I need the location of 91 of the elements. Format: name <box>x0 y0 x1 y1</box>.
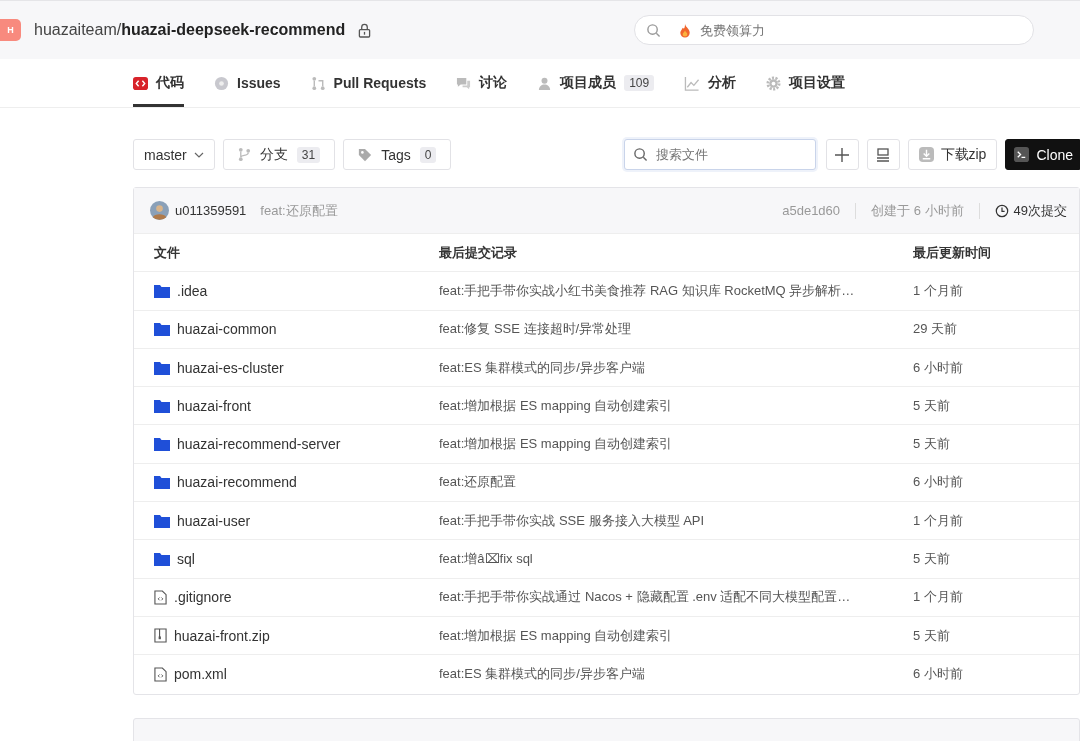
branches-button[interactable]: 分支 31 <box>222 139 336 170</box>
commit-link[interactable]: feat:增â⌧fix sql <box>439 550 913 568</box>
update-time: 1 个月前 <box>913 588 963 607</box>
commit-message: feat:还原配置 <box>260 201 338 220</box>
terminal-icon <box>1014 147 1030 162</box>
nav-tab[interactable]: Pull Requests <box>310 59 427 107</box>
folder-icon <box>154 437 170 452</box>
search-field[interactable]: 免费领算力 <box>634 15 1034 45</box>
add-button[interactable] <box>825 139 859 170</box>
file-link[interactable]: .gitignore <box>174 589 232 606</box>
branch-dropdown[interactable]: master <box>133 139 215 170</box>
commit-link[interactable]: feat:还原配置 <box>439 473 913 492</box>
column-header: 最后更新时间 <box>913 243 991 262</box>
count-badge: 31 <box>296 146 321 163</box>
update-time: 5 天前 <box>913 626 950 645</box>
count-badge: 109 <box>624 75 655 91</box>
avatar-icon <box>150 201 169 220</box>
file-link[interactable]: huazai-es-cluster <box>177 359 284 376</box>
update-time: 1 个月前 <box>913 511 963 530</box>
file-link[interactable]: pom.xml <box>174 666 227 683</box>
commit-link[interactable]: feat:增加根据 ES mapping 自动创建索引 <box>439 396 913 415</box>
archive-file-icon <box>154 628 167 644</box>
file-link[interactable]: .idea <box>177 282 208 299</box>
commit-link[interactable]: feat:增加根据 ES mapping 自动创建索引 <box>439 626 913 645</box>
count-badge: 0 <box>419 146 437 163</box>
branch-icon <box>237 147 251 162</box>
commit-link[interactable]: feat:ES 集群模式的同步/异步客户端 <box>439 358 913 377</box>
code-file-icon <box>154 666 167 682</box>
update-time: 6 小时前 <box>913 358 963 377</box>
user-icon <box>537 75 553 91</box>
search-icon <box>646 23 661 38</box>
author-link[interactable]: u011359591 <box>175 203 247 218</box>
project-avatar: H <box>0 19 21 41</box>
created-time: 创建于 6 小时前 <box>871 201 964 220</box>
folder-icon <box>154 360 170 375</box>
search-icon <box>632 147 648 162</box>
chart-icon <box>684 75 701 91</box>
commit-link[interactable]: feat:手把手带你实战小红书美食推荐 RAG 知识库 RocketMQ 异步解析… <box>439 281 913 300</box>
layout-icon <box>876 147 890 162</box>
flame-icon <box>679 23 691 38</box>
commits-link[interactable]: 49次提交 <box>994 201 1067 220</box>
folder-icon <box>154 398 170 413</box>
code-icon <box>133 75 148 91</box>
nav-tab[interactable]: Issues <box>214 59 281 107</box>
commit-link[interactable]: feat:修复 SSE 连接超时/异常处理 <box>439 320 913 339</box>
chat-icon <box>456 75 472 91</box>
file-link[interactable]: huazai-recommend-server <box>177 436 341 453</box>
clone-button[interactable]: Clone <box>1005 139 1080 170</box>
file-link[interactable]: huazai-front <box>177 397 251 414</box>
nav-tab[interactable]: 代码 <box>133 59 184 107</box>
nav-tab[interactable]: 项目成员 109 <box>537 59 655 107</box>
settings-icon <box>766 75 782 91</box>
column-header: 最后提交记录 <box>439 243 518 262</box>
file-search-field[interactable]: 搜索文件 <box>623 139 816 170</box>
download-icon <box>918 147 934 162</box>
column-header: 文件 <box>153 243 181 262</box>
update-time: 5 天前 <box>913 550 950 568</box>
layout-button[interactable] <box>866 139 900 170</box>
plus-icon <box>835 147 849 162</box>
file-link[interactable]: huazai-recommend <box>177 474 297 491</box>
folder-icon <box>154 475 170 490</box>
folder-icon <box>154 552 170 566</box>
issue-icon <box>214 75 229 91</box>
folder-icon <box>154 283 170 298</box>
file-link[interactable]: huazai-front.zip <box>174 627 270 644</box>
clock-icon <box>994 203 1009 218</box>
file-link[interactable]: sql <box>177 551 195 567</box>
commit-link[interactable]: feat:手把手带你实战通过 Nacos + 隐藏配置 .env 适配不同大模型配置… <box>439 588 913 607</box>
pull-request-icon <box>310 75 326 91</box>
update-time: 29 天前 <box>913 320 958 339</box>
nav-tab[interactable]: 项目设置 <box>766 59 846 107</box>
file-link[interactable]: huazai-user <box>177 512 251 529</box>
repo-title[interactable]: huazaiteam/huazai-deepseek-recommend <box>34 21 346 39</box>
update-time: 6 小时前 <box>913 665 963 684</box>
tags-button[interactable]: Tags 0 <box>343 139 452 170</box>
chevron-down-icon <box>193 151 204 158</box>
commit-link[interactable]: feat:手把手带你实战 SSE 服务接入大模型 API <box>439 511 913 530</box>
download-zip-button[interactable]: 下载zip <box>907 139 998 170</box>
update-time: 6 小时前 <box>913 473 963 492</box>
code-file-icon <box>154 589 167 605</box>
update-time: 5 天前 <box>913 435 950 454</box>
commit-link[interactable]: feat:增加根据 ES mapping 自动创建索引 <box>439 435 913 454</box>
nav-tab[interactable]: 讨论 <box>456 59 508 107</box>
update-time: 1 个月前 <box>913 281 963 300</box>
file-link[interactable]: huazai-common <box>177 321 277 338</box>
update-time: 5 天前 <box>913 396 950 415</box>
tag-icon <box>358 147 373 162</box>
folder-icon <box>154 322 170 337</box>
folder-icon <box>154 513 170 528</box>
commit-link[interactable]: feat:ES 集群模式的同步/异步客户端 <box>439 665 913 684</box>
nav-tab[interactable]: 分析 <box>684 59 737 107</box>
